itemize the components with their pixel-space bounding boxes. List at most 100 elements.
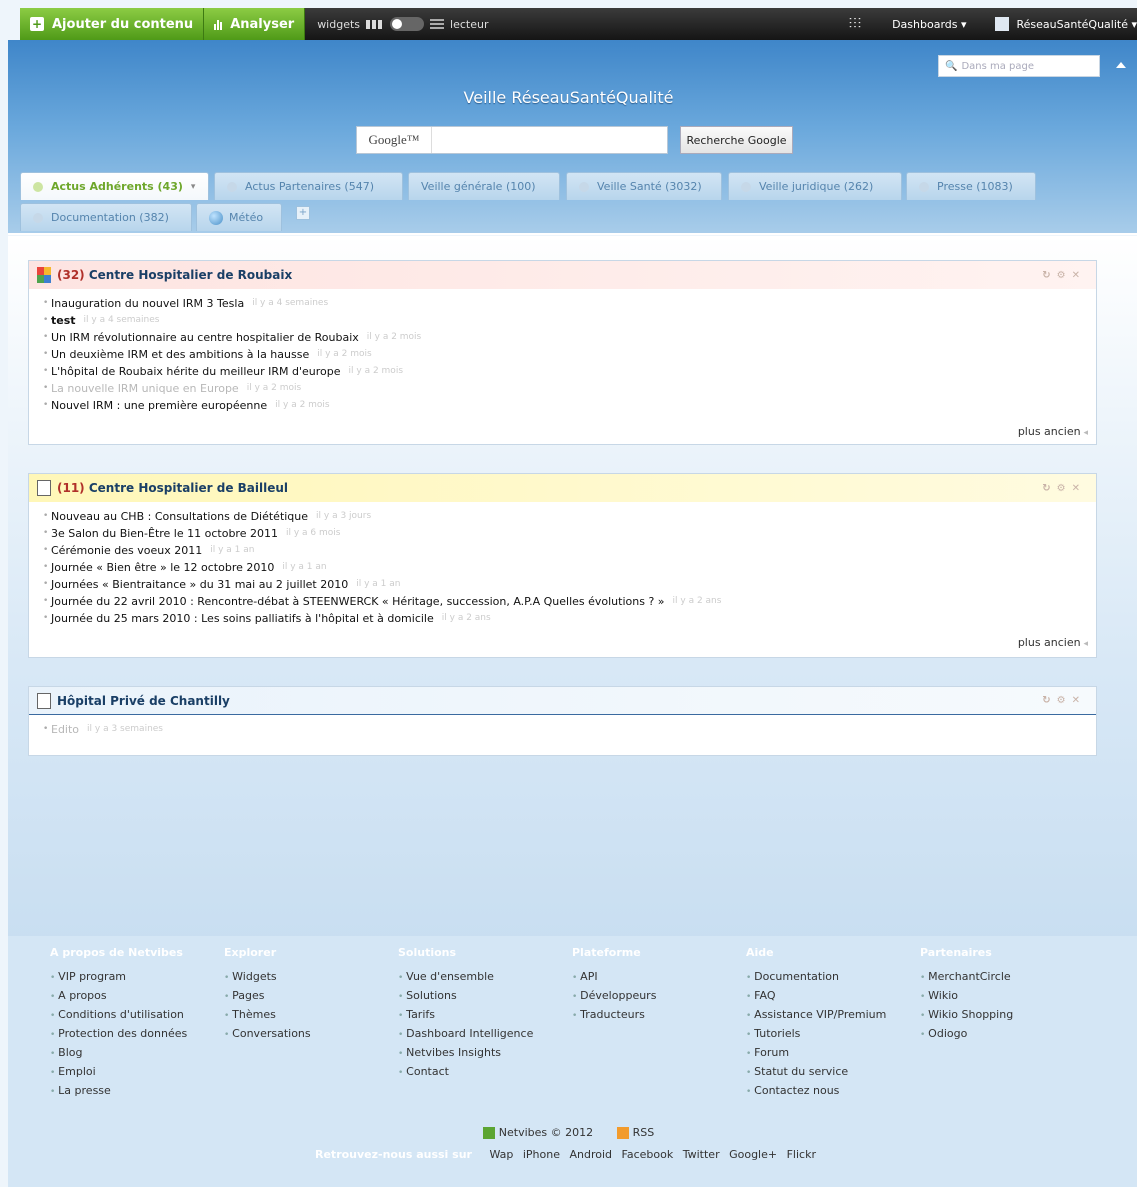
footer-link-googleplus[interactable]: Google+ xyxy=(729,1148,777,1161)
footer-link[interactable]: Traducteurs xyxy=(572,1006,742,1025)
list-item[interactable]: Cérémonie des voeux 2011 il y a 1 an xyxy=(43,542,1080,559)
footer-link[interactable]: Widgets xyxy=(224,968,394,987)
widget-header[interactable]: (32) Centre Hospitalier de Roubaix ↻⚙✕ xyxy=(29,261,1096,289)
footer-link[interactable]: Solutions xyxy=(398,987,568,1006)
widgets-view-toggle[interactable]: widgets lecteur xyxy=(317,17,488,31)
list-item[interactable]: Nouvel IRM : une première européenne il y… xyxy=(43,397,1080,414)
item-title[interactable]: Journée du 25 mars 2010 : Les soins pall… xyxy=(51,610,434,627)
google-search-button[interactable]: Recherche Google xyxy=(680,126,793,154)
page-search-input[interactable]: 🔍 Dans ma page xyxy=(938,55,1100,77)
item-title[interactable]: Journée du 22 avril 2010 : Rencontre-déb… xyxy=(51,593,665,610)
footer-link[interactable]: Développeurs xyxy=(572,987,742,1006)
list-item[interactable]: Inauguration du nouvel IRM 3 Tesla il y a… xyxy=(43,295,1080,312)
footer-link[interactable]: Conditions d'utilisation xyxy=(50,1006,220,1025)
tab-veille-sante[interactable]: Veille Santé (3032) xyxy=(566,172,722,200)
footer-link-android[interactable]: Android xyxy=(570,1148,613,1161)
footer-link[interactable]: VIP program xyxy=(50,968,220,987)
footer-link[interactable]: Tarifs xyxy=(398,1006,568,1025)
dashboards-menu[interactable]: Dashboards ▾ xyxy=(892,18,966,31)
widget-tools-icons[interactable]: ↻⚙✕ xyxy=(1042,695,1086,706)
footer-link[interactable]: Odiogo xyxy=(920,1025,1090,1044)
footer-link[interactable]: FAQ xyxy=(746,987,916,1006)
list-item[interactable]: L'hôpital de Roubaix hérite du meilleur … xyxy=(43,363,1080,380)
list-item[interactable]: Journée « Bien être » le 12 octobre 2010… xyxy=(43,559,1080,576)
item-title[interactable]: Nouveau au CHB : Consultations de Diétét… xyxy=(51,508,308,525)
footer-link-iphone[interactable]: iPhone xyxy=(523,1148,560,1161)
list-item[interactable]: test il y a 4 semaines xyxy=(43,312,1080,329)
list-item[interactable]: Un IRM révolutionnaire au centre hospita… xyxy=(43,329,1080,346)
item-title[interactable]: L'hôpital de Roubaix hérite du meilleur … xyxy=(51,363,341,380)
item-title[interactable]: Journées « Bientraitance » du 31 mai au … xyxy=(51,576,348,593)
footer-link[interactable]: Statut du service xyxy=(746,1063,916,1082)
footer-link-flickr[interactable]: Flickr xyxy=(787,1148,816,1161)
older-items-link[interactable]: plus ancien xyxy=(1018,425,1088,438)
footer-link[interactable]: Blog xyxy=(50,1044,220,1063)
widget-header[interactable]: (11) Centre Hospitalier de Bailleul ↻⚙✕ xyxy=(29,474,1096,502)
footer-link[interactable]: Documentation xyxy=(746,968,916,987)
tab-veille-generale[interactable]: Veille générale (100) xyxy=(408,172,560,200)
item-title[interactable]: Inauguration du nouvel IRM 3 Tesla xyxy=(51,295,244,312)
list-item[interactable]: Nouveau au CHB : Consultations de Diétét… xyxy=(43,508,1080,525)
footer-link[interactable]: Wikio xyxy=(920,987,1090,1006)
item-title[interactable]: Nouvel IRM : une première européenne xyxy=(51,397,267,414)
item-title[interactable]: Journée « Bien être » le 12 octobre 2010 xyxy=(51,559,274,576)
item-title[interactable]: Un IRM révolutionnaire au centre hospita… xyxy=(51,329,359,346)
copyright-text[interactable]: Netvibes © 2012 xyxy=(499,1126,593,1139)
footer-link[interactable]: Thèmes xyxy=(224,1006,394,1025)
google-search-input[interactable]: Google™ xyxy=(356,126,668,154)
older-items-link[interactable]: plus ancien xyxy=(1018,636,1088,649)
tab-presse[interactable]: Presse (1083) xyxy=(906,172,1036,200)
chevron-down-icon[interactable]: ▾ xyxy=(191,182,196,192)
footer-link[interactable]: Tutoriels xyxy=(746,1025,916,1044)
rss-link[interactable]: RSS xyxy=(633,1126,655,1139)
widget-items: Inauguration du nouvel IRM 3 Tesla il y a… xyxy=(29,289,1096,414)
account-menu[interactable]: RéseauSantéQualité ▾ xyxy=(994,17,1137,31)
list-item[interactable]: Journées « Bientraitance » du 31 mai au … xyxy=(43,576,1080,593)
list-item[interactable]: Un deuxième IRM et des ambitions à la ha… xyxy=(43,346,1080,363)
item-title[interactable]: Cérémonie des voeux 2011 xyxy=(51,542,202,559)
footer-link[interactable]: Contact xyxy=(398,1063,568,1082)
widget-header[interactable]: Hôpital Privé de Chantilly ↻⚙✕ xyxy=(29,687,1096,715)
item-title[interactable]: test xyxy=(51,312,76,329)
analyze-button[interactable]: Analyser xyxy=(204,8,306,40)
footer-link[interactable]: Emploi xyxy=(50,1063,220,1082)
footer-link[interactable]: API xyxy=(572,968,742,987)
view-toggle-switch[interactable] xyxy=(390,17,425,31)
footer-link-facebook[interactable]: Facebook xyxy=(622,1148,674,1161)
footer-link[interactable]: Vue d'ensemble xyxy=(398,968,568,987)
list-item[interactable]: 3e Salon du Bien-Être le 11 octobre 2011… xyxy=(43,525,1080,542)
footer-link[interactable]: Netvibes Insights xyxy=(398,1044,568,1063)
footer-link[interactable]: Pages xyxy=(224,987,394,1006)
list-item[interactable]: La nouvelle IRM unique en Europe il y a 2… xyxy=(43,380,1080,397)
add-content-button[interactable]: + Ajouter du contenu xyxy=(20,8,205,40)
add-tab-icon[interactable]: + xyxy=(296,206,310,220)
item-title[interactable]: Un deuxième IRM et des ambitions à la ha… xyxy=(51,346,309,363)
footer-link-wap[interactable]: Wap xyxy=(489,1148,513,1161)
footer-link[interactable]: Dashboard Intelligence xyxy=(398,1025,568,1044)
tab-veille-juridique[interactable]: Veille juridique (262) xyxy=(728,172,902,200)
item-title[interactable]: La nouvelle IRM unique en Europe xyxy=(51,380,239,397)
footer-link[interactable]: Conversations xyxy=(224,1025,394,1044)
tab-meteo[interactable]: Météo xyxy=(196,203,282,231)
collapse-header-icon[interactable] xyxy=(1116,62,1126,68)
widget-tools-icons[interactable]: ↻⚙✕ xyxy=(1042,270,1086,281)
footer-link[interactable]: Wikio Shopping xyxy=(920,1006,1090,1025)
widget-tools-icons[interactable]: ↻⚙✕ xyxy=(1042,483,1086,494)
settings-sliders-icon[interactable]: ⫶⫶⫶ xyxy=(849,16,863,32)
tab-actus-adherents[interactable]: Actus Adhérents (43) ▾ xyxy=(20,172,209,200)
footer-link[interactable]: Forum xyxy=(746,1044,916,1063)
footer-link[interactable]: Contactez nous xyxy=(746,1082,916,1101)
footer-link[interactable]: La presse xyxy=(50,1082,220,1101)
list-item[interactable]: Journée du 22 avril 2010 : Rencontre-déb… xyxy=(43,593,1080,610)
list-item[interactable]: Edito il y a 3 semaines xyxy=(43,721,1080,738)
list-item[interactable]: Journée du 25 mars 2010 : Les soins pall… xyxy=(43,610,1080,627)
item-title[interactable]: 3e Salon du Bien-Être le 11 octobre 2011 xyxy=(51,525,278,542)
footer-link[interactable]: MerchantCircle xyxy=(920,968,1090,987)
item-title[interactable]: Edito xyxy=(51,721,79,738)
tab-actus-partenaires[interactable]: Actus Partenaires (547) xyxy=(214,172,403,200)
footer-link[interactable]: Protection des données xyxy=(50,1025,220,1044)
footer-link-twitter[interactable]: Twitter xyxy=(683,1148,720,1161)
footer-link[interactable]: A propos xyxy=(50,987,220,1006)
tab-documentation[interactable]: Documentation (382) xyxy=(20,203,192,231)
footer-link[interactable]: Assistance VIP/Premium xyxy=(746,1006,916,1025)
